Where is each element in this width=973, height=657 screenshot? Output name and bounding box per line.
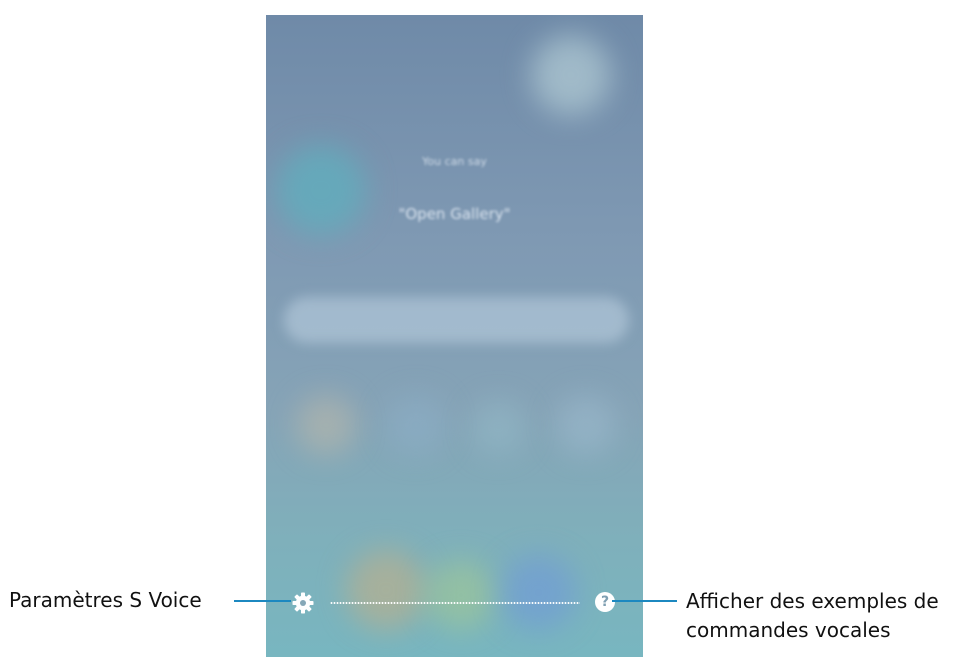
help-leader-line [612,600,677,602]
blurred-background [296,395,356,455]
help-button[interactable]: ? [595,592,615,612]
settings-callout-label: Paramètres S Voice [9,588,202,612]
settings-leader-line [234,600,291,602]
blurred-search-bar [284,297,629,343]
blurred-background [531,35,611,115]
help-callout-label-line1: Afficher des exemples de [686,589,939,613]
voice-waveform [330,602,580,604]
blurred-background [386,395,446,455]
gear-icon [292,592,314,614]
blurred-background [471,400,526,455]
s-voice-screen: You can say "Open Gallery" ? [266,15,643,657]
voice-bottom-bar: ? [266,589,643,617]
hint-example: "Open Gallery" [398,205,511,223]
help-callout-label-line2: commandes vocales [686,618,891,642]
question-circle-icon: ? [600,594,610,610]
settings-button[interactable] [291,591,315,615]
blurred-background [556,395,616,455]
hint-caption: You can say [422,155,487,168]
